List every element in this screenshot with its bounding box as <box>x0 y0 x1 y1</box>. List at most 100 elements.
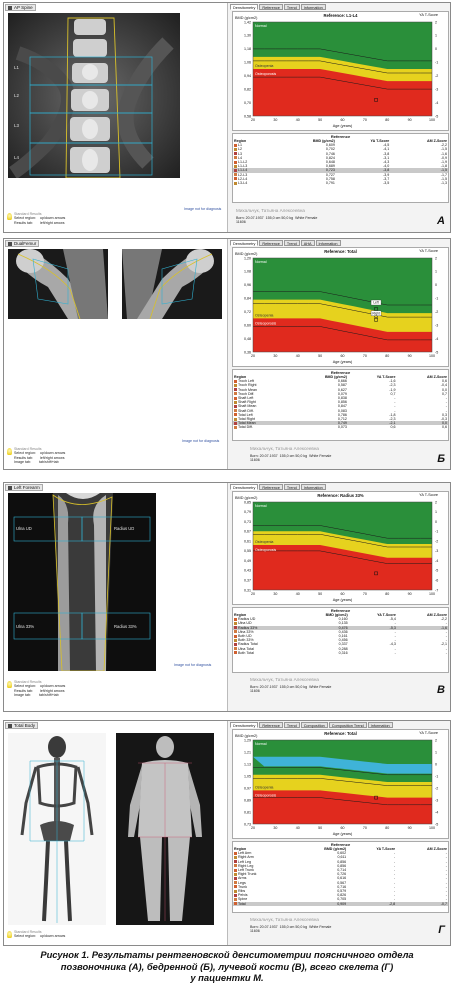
t-score-tick-label: -5 <box>435 350 438 354</box>
region-color-swatch <box>234 379 237 383</box>
tab-information[interactable]: Information <box>315 240 341 246</box>
tab-trend[interactable]: Trend <box>283 4 300 10</box>
tab-reference[interactable]: Reference <box>259 484 283 490</box>
tab-reference[interactable]: Reference <box>259 240 283 246</box>
table-row[interactable]: Total Diff. 0,073 0,6 0,6 <box>233 425 448 429</box>
tab-trend[interactable]: Trend <box>283 722 300 728</box>
tab-densitometry[interactable]: Densitometry <box>230 722 259 728</box>
region-color-swatch <box>234 893 237 897</box>
tab-reference[interactable]: Reference <box>259 4 283 10</box>
region-color-swatch <box>234 147 237 151</box>
region-color-swatch <box>234 864 237 868</box>
results-table[interactable]: Reference Region BMD (g/cm2) YA T-Score AM … <box>232 607 449 673</box>
scan-title[interactable]: Left Forearm <box>5 484 43 491</box>
results-table[interactable]: Reference Region BMD (g/cm2) YA T-Score AM … <box>232 369 449 441</box>
age-tick-label: 70 <box>363 592 367 596</box>
scan-title[interactable]: AP Spine <box>5 4 36 11</box>
scan-title[interactable]: Total Body <box>5 722 39 729</box>
spine-image[interactable]: L1 L2 L3 L4 <box>8 13 180 178</box>
age-tick-label: 40 <box>296 118 300 122</box>
region-cell: Total Diff. <box>233 425 292 429</box>
skeleton-image[interactable] <box>8 733 106 925</box>
value-cell: 0,791 <box>325 181 335 186</box>
age-tick-label: 80 <box>385 118 389 122</box>
region-color-swatch <box>234 855 237 859</box>
tab-trend[interactable]: Trend <box>283 240 300 246</box>
region-color-swatch <box>234 160 237 164</box>
table-row[interactable]: L3-L4 0,791 -3,5 -1,3 <box>233 181 448 185</box>
tab-information[interactable]: Information <box>300 4 326 10</box>
scan-title[interactable]: DualFemur <box>5 240 40 247</box>
right-femur-image[interactable] <box>122 249 222 319</box>
reference-chart: Reference: Total YA T-Score Normal Osteop… <box>232 247 449 367</box>
region-color-swatch <box>234 421 237 425</box>
age-tick-label: 50 <box>318 592 322 596</box>
result-tabs: Densitometry Reference Trend Information <box>230 484 326 490</box>
bmd-tick-label: 0,67 <box>244 530 251 534</box>
tab-densitometry[interactable]: Densitometry <box>230 484 259 490</box>
lightbulb-icon <box>7 213 12 220</box>
table-row[interactable]: Both Total 0,316 - - <box>233 651 448 655</box>
results-table[interactable]: Reference Region BMD (g/cm2) YA T-Score AM … <box>232 133 449 203</box>
results-help: Standard Results Select region: up/down … <box>14 212 66 225</box>
region-color-swatch <box>234 396 237 400</box>
age-tick-label: 30 <box>273 118 277 122</box>
vert-label-l4: L4 <box>14 155 19 160</box>
bmd-tick-label: 0,72 <box>244 310 251 314</box>
caption-line-3: у пациентки М. <box>190 972 264 983</box>
age-tick-label: 30 <box>273 354 277 358</box>
region-color-swatch <box>234 181 237 185</box>
patient-info: Born: 20.07.1937 155,0 cm 50,0 kg White … <box>250 925 332 933</box>
region-color-swatch <box>234 164 237 168</box>
value-cell: 0,6 <box>390 425 396 430</box>
tab-composition-trend[interactable]: Composition Trend <box>328 722 367 728</box>
t-score-tick-label: -2 <box>435 786 438 790</box>
zone-label-osteoporosis: Osteoporosis <box>255 321 276 325</box>
body-image[interactable] <box>116 733 214 925</box>
region-color-swatch <box>234 872 237 876</box>
age-axis-label: Age (years) <box>333 360 353 364</box>
region-color-swatch <box>234 621 237 625</box>
tab-aha[interactable]: AHA <box>300 240 315 246</box>
forearm-image[interactable]: Ulna UD Radius UD Ulna 33% Radius 33% <box>8 493 156 671</box>
t-score-tick-label: -2 <box>435 74 438 78</box>
age-tick-label: 60 <box>341 592 345 596</box>
panel-letter-b: Б <box>437 453 445 465</box>
bmd-tick-label: 0,89 <box>244 798 251 802</box>
patient-info: Born: 20.07.1937 155,0 cm 50,0 kg White … <box>236 216 318 224</box>
bmd-tick-label: 0,49 <box>244 559 251 563</box>
region-color-swatch <box>234 630 237 634</box>
tab-composition[interactable]: Composition <box>300 722 328 728</box>
reference-curve-chart: Normal Osteopenia Osteoporosis 1,20 1,08 0,96… <box>235 252 438 364</box>
tab-information[interactable]: Information <box>300 484 326 490</box>
age-tick-label: 70 <box>363 826 367 830</box>
bmd-tick-label: 0,58 <box>244 114 251 118</box>
tab-reference[interactable]: Reference <box>259 722 283 728</box>
t-score-tick-label: 1 <box>435 34 437 38</box>
bmd-tick-label: 0,94 <box>244 74 251 78</box>
bmd-tick-label: 0,31 <box>244 588 251 592</box>
bmd-tick-label: 0,37 <box>244 579 251 583</box>
region-name: Both Total <box>238 650 254 655</box>
scan-icon <box>8 485 12 490</box>
results-table[interactable]: Reference Region BMD (g/cm2) YA T-Score AM … <box>232 841 449 913</box>
age-tick-label: 20 <box>251 354 255 358</box>
tab-information[interactable]: Information <box>367 722 393 728</box>
table-row[interactable]: Total 0,909 -2,8 -0,7 <box>233 901 448 906</box>
bmd-tick-label: 0,82 <box>244 87 251 91</box>
tab-trend[interactable]: Trend <box>283 484 300 490</box>
roi-label-ulna-33: Ulna 33% <box>16 624 35 629</box>
left-femur-image[interactable] <box>8 249 108 319</box>
scan-area: Total Body Standard Results Select regio… <box>4 721 228 945</box>
bmd-table: Region BMD (g/cm2) YA T-Score AM Z-Score Tro… <box>233 375 448 430</box>
t-score-tick-label: -7 <box>435 588 438 592</box>
t-score-tick-label: 1 <box>435 270 437 274</box>
tab-densitometry[interactable]: Densitometry <box>230 4 259 10</box>
region-name: L3-L4 <box>238 181 248 186</box>
panel-g-total-body: Total Body Standard Results Select regio… <box>3 720 451 946</box>
results-help: Standard Results Select region: up/down … <box>14 447 66 465</box>
tab-densitometry[interactable]: Densitometry <box>230 240 259 246</box>
region-cell: Total <box>233 901 291 906</box>
age-tick-label: 70 <box>363 354 367 358</box>
t-score-tick-label: 0 <box>435 47 437 51</box>
